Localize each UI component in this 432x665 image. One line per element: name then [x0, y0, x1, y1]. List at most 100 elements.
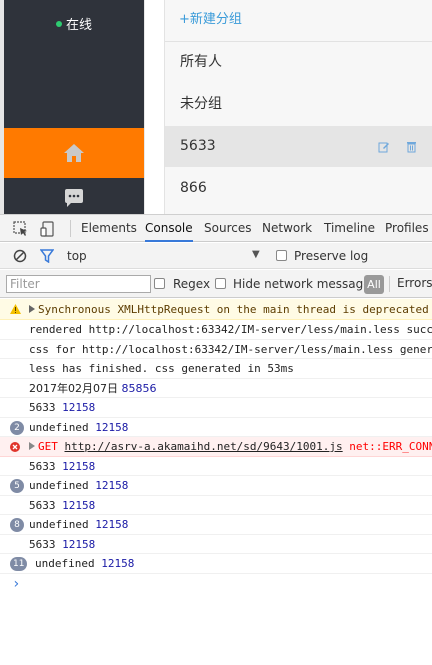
expand-triangle-icon[interactable]	[29, 442, 35, 450]
regex-checkbox[interactable]	[154, 278, 165, 289]
repeat-count-badge: 11	[10, 557, 28, 571]
error-url[interactable]: http://asrv-a.akamaihd.net/sd/9643/1001.…	[65, 440, 343, 453]
log-number: 12158	[62, 459, 96, 473]
tab-sources[interactable]: Sources	[204, 215, 251, 242]
chevron-down-icon[interactable]: ▼	[252, 249, 260, 260]
log-number: 12158	[62, 537, 96, 551]
console-log: 8 undefined 12158	[0, 515, 432, 535]
log-url[interactable]: http://localhost:63342/IM-server/less/ma…	[82, 343, 393, 356]
log-text: 5633	[29, 459, 56, 473]
console-log: 11 undefined 12158	[0, 554, 432, 574]
group-name: 866	[180, 180, 207, 196]
error-code: net::ERR_CONN	[349, 440, 432, 453]
log-text: genera	[399, 342, 432, 356]
log-text: 2017年02月07日	[29, 381, 118, 395]
warning-text: Synchronous XMLHttpRequest on the main t…	[38, 303, 429, 316]
inspect-element-icon[interactable]	[12, 220, 30, 238]
console-log: 5 undefined 12158	[0, 476, 432, 496]
group-row-actions	[378, 126, 417, 167]
sidebar: 在线	[4, 0, 144, 214]
group-row-all[interactable]: 所有人	[165, 42, 432, 83]
console-messages: Synchronous XMLHttpRequest on the main t…	[0, 299, 432, 665]
level-separator	[389, 276, 390, 292]
log-text: less has finished. css generated in 53ms	[29, 362, 294, 375]
group-row-ungrouped[interactable]: 未分组	[165, 84, 432, 125]
device-toolbar-icon[interactable]	[40, 220, 58, 238]
repeat-count-badge: 5	[10, 479, 24, 493]
preserve-log-checkbox[interactable]	[276, 250, 287, 261]
log-text: rendered	[29, 323, 89, 336]
chat-icon	[65, 189, 83, 207]
log-text: 5633	[29, 498, 56, 512]
devtools-panel: Elements Console Sources Network Timelin…	[0, 214, 432, 665]
context-select[interactable]: top	[67, 249, 87, 263]
log-number: 12158	[95, 420, 129, 434]
delete-icon[interactable]	[406, 141, 417, 153]
group-name: 5633	[180, 138, 216, 154]
app-window: 在线 +新建分组 所有人 未分组 5633 866	[0, 0, 432, 214]
hide-network-checkbox[interactable]	[215, 278, 226, 289]
nav-chat-button[interactable]	[4, 188, 144, 214]
console-log: rendered http://localhost:63342/IM-serve…	[0, 320, 432, 340]
regex-label: Regex	[173, 277, 211, 291]
error-method: GET	[38, 440, 58, 453]
log-text: undefined	[29, 479, 89, 492]
console-toolbar: top ▼ Preserve log	[0, 243, 432, 269]
console-log: 2 undefined 12158	[0, 418, 432, 437]
group-panel: +新建分组 所有人 未分组 5633 866	[164, 0, 432, 214]
filter-icon[interactable]	[40, 249, 54, 263]
log-number: 85856	[121, 381, 157, 395]
console-warning: Synchronous XMLHttpRequest on the main t…	[0, 299, 432, 320]
repeat-count-badge: 8	[10, 518, 24, 532]
repeat-count-badge: 2	[10, 420, 24, 435]
group-row-5633[interactable]: 5633	[165, 126, 432, 167]
warning-icon	[10, 304, 21, 314]
nav-home-button[interactable]	[4, 128, 144, 178]
online-status-label: 在线	[65, 18, 92, 33]
prompt-chevron-icon: ›	[12, 575, 21, 592]
hide-network-label: Hide network messages	[233, 277, 377, 291]
level-errors-button[interactable]: Errors	[397, 276, 432, 290]
preserve-log-label: Preserve log	[294, 249, 369, 263]
tab-timeline[interactable]: Timeline	[324, 215, 375, 242]
console-prompt[interactable]: ›	[0, 574, 432, 594]
error-icon	[10, 442, 20, 452]
log-text: undefined	[35, 557, 95, 570]
log-number: 12158	[95, 479, 129, 492]
console-log: less has finished. css generated in 53ms	[0, 359, 432, 379]
online-dot-icon	[55, 21, 62, 27]
tab-separator	[70, 220, 71, 237]
group-row-866[interactable]: 866	[165, 168, 432, 209]
log-text: succe	[406, 323, 432, 336]
tab-elements[interactable]: Elements	[81, 215, 137, 242]
edit-icon[interactable]	[378, 141, 390, 153]
filter-input[interactable]: Filter	[6, 275, 151, 293]
tab-console[interactable]: Console	[145, 215, 193, 242]
new-group-link[interactable]: +新建分组	[179, 8, 242, 27]
log-number: 12158	[101, 557, 135, 570]
home-icon	[64, 144, 84, 162]
console-log: 5633 12158	[0, 535, 432, 554]
log-text: 5633	[29, 401, 56, 414]
console-filter-row: Filter Regex Hide network messages All E…	[0, 270, 432, 298]
console-log: 5633 12158	[0, 457, 432, 476]
online-status: 在线	[4, 14, 144, 33]
group-name: 所有人	[180, 54, 222, 70]
clear-console-icon[interactable]	[13, 249, 27, 263]
log-text: css for	[29, 342, 82, 356]
devtools-tabbar: Elements Console Sources Network Timelin…	[0, 215, 432, 242]
expand-triangle-icon[interactable]	[29, 305, 35, 313]
console-error: GET http://asrv-a.akamaihd.net/sd/9643/1…	[0, 437, 432, 457]
sidebar-gutter	[144, 0, 164, 214]
level-all-button[interactable]: All	[364, 275, 384, 294]
console-log: 2017年02月07日 85856	[0, 379, 432, 398]
console-log: 5633 12158	[0, 496, 432, 515]
log-url[interactable]: http://localhost:63342/IM-server/less/ma…	[89, 323, 400, 336]
log-text: undefined	[29, 518, 89, 531]
group-name: 未分组	[180, 96, 222, 112]
log-text: undefined	[29, 420, 89, 434]
tab-network[interactable]: Network	[262, 215, 312, 242]
log-text: 5633	[29, 537, 56, 551]
log-number: 12158	[62, 498, 96, 512]
tab-profiles[interactable]: Profiles	[385, 215, 429, 242]
